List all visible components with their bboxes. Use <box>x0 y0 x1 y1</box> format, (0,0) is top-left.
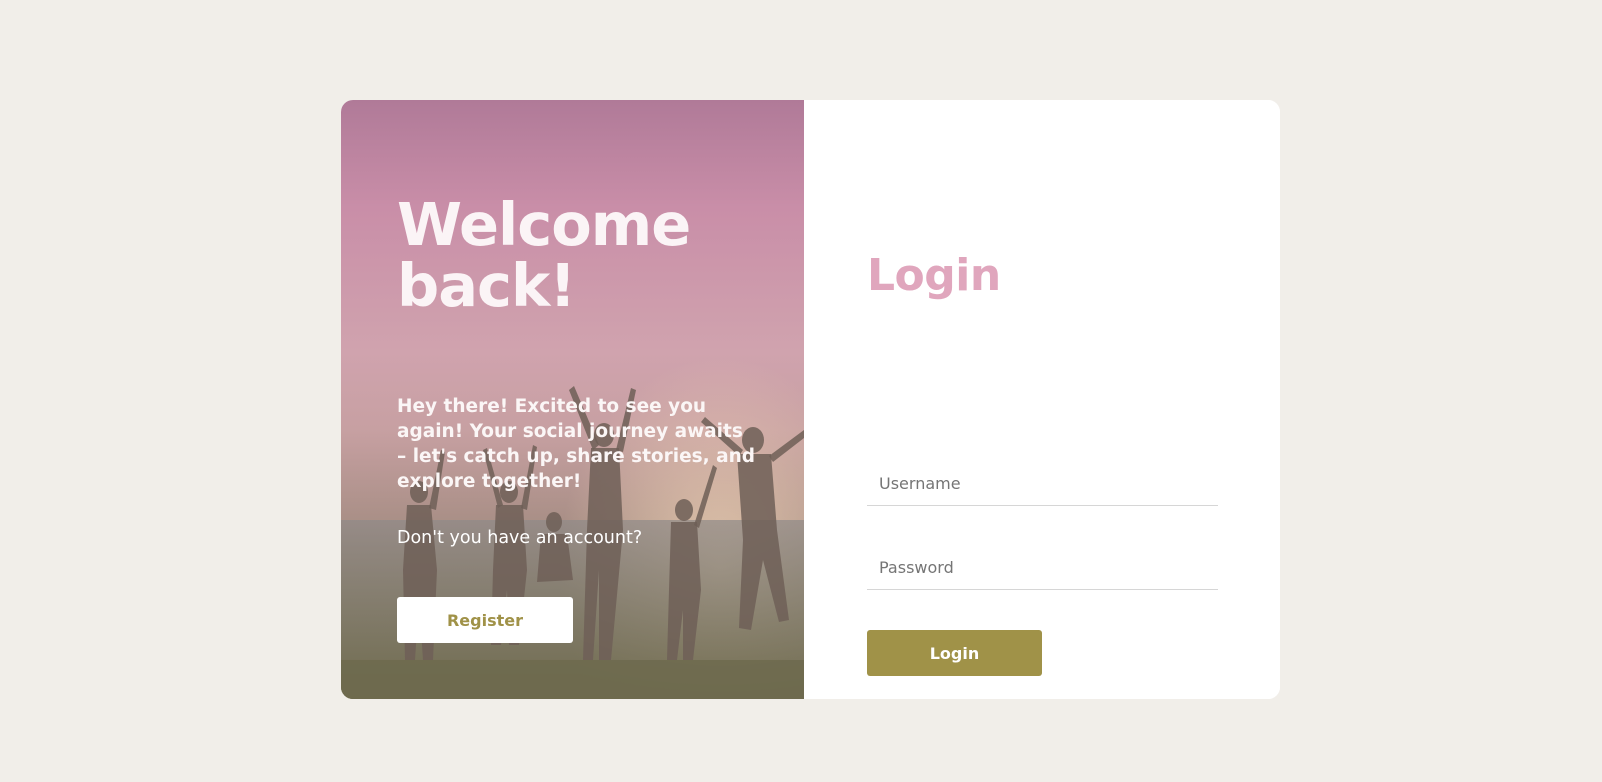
login-title: Login <box>867 250 1001 301</box>
login-button[interactable]: Login <box>867 630 1042 676</box>
no-account-text: Don't you have an account? <box>397 528 643 548</box>
welcome-description: Hey there! Excited to see you again! You… <box>397 396 756 492</box>
auth-card: Welcome back! Hey there! Excited to see … <box>341 100 1280 699</box>
username-input[interactable] <box>867 462 1218 506</box>
register-button[interactable]: Register <box>397 597 573 643</box>
password-input[interactable] <box>867 546 1218 590</box>
login-panel: Login Login <box>804 100 1280 699</box>
welcome-title: Welcome back! <box>397 190 691 320</box>
welcome-panel: Welcome back! Hey there! Excited to see … <box>341 100 804 699</box>
